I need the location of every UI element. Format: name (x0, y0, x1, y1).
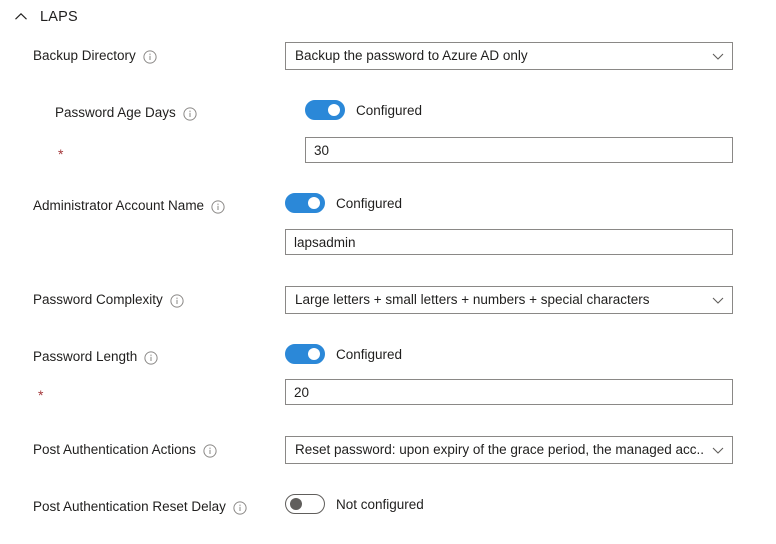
toggle-state-label: Configured (336, 195, 403, 211)
toggle-password-length[interactable]: Configured (285, 344, 402, 364)
toggle-switch[interactable] (285, 494, 325, 514)
dropdown-backup-directory[interactable]: Backup the password to Azure AD only (285, 42, 733, 70)
label-post-authentication-reset-delay: Post Authentication Reset Delay (33, 498, 247, 516)
label-post-authentication-actions: Post Authentication Actions (33, 441, 217, 459)
info-icon[interactable] (144, 351, 158, 365)
toggle-post-authentication-reset-delay[interactable]: Not configured (285, 494, 424, 514)
label-administrator-account-name: Administrator Account Name (33, 197, 225, 215)
required-asterisk: * (58, 146, 64, 162)
toggle-switch[interactable] (285, 344, 325, 364)
chevron-down-icon[interactable] (710, 292, 726, 308)
dropdown-value: Large letters + small letters + numbers … (295, 292, 650, 307)
input-administrator-account-name[interactable] (285, 229, 733, 255)
label-text: Password Length (33, 349, 138, 364)
toggle-administrator-account-name[interactable]: Configured (285, 193, 402, 213)
input-password-length[interactable] (285, 379, 733, 405)
toggle-switch[interactable] (305, 100, 345, 120)
dropdown-value: Reset password: upon expiry of the grace… (295, 442, 704, 457)
label-password-complexity: Password Complexity (33, 291, 184, 309)
input-password-age-days[interactable] (305, 137, 733, 163)
label-text: Backup Directory (33, 48, 136, 63)
info-icon[interactable] (211, 200, 225, 214)
dropdown-value: Backup the password to Azure AD only (295, 48, 528, 63)
info-icon[interactable] (170, 294, 184, 308)
label-password-length: Password Length (33, 348, 158, 366)
label-text: Post Authentication Reset Delay (33, 499, 226, 514)
toggle-state-label: Configured (356, 102, 423, 118)
label-text: Password Age Days (55, 105, 176, 120)
section-title: LAPS (40, 9, 78, 25)
label-password-age-days: Password Age Days (55, 104, 197, 122)
chevron-up-icon[interactable] (14, 10, 28, 24)
chevron-down-icon[interactable] (710, 48, 726, 64)
dropdown-password-complexity[interactable]: Large letters + small letters + numbers … (285, 286, 733, 314)
info-icon[interactable] (203, 444, 217, 458)
toggle-knob (290, 498, 302, 510)
toggle-knob (308, 197, 320, 209)
label-backup-directory: Backup Directory (33, 47, 157, 65)
toggle-knob (328, 104, 340, 116)
info-icon[interactable] (233, 501, 247, 515)
info-icon[interactable] (143, 50, 157, 64)
label-text: Password Complexity (33, 292, 163, 307)
toggle-state-label: Not configured (336, 496, 424, 512)
dropdown-post-authentication-actions[interactable]: Reset password: upon expiry of the grace… (285, 436, 733, 464)
label-text: Post Authentication Actions (33, 442, 196, 457)
laps-section-header[interactable]: LAPS (14, 6, 78, 28)
required-asterisk: * (38, 387, 44, 403)
info-icon[interactable] (183, 107, 197, 121)
chevron-down-icon[interactable] (710, 442, 726, 458)
toggle-state-label: Configured (336, 346, 403, 362)
toggle-password-age-days[interactable]: Configured (305, 100, 422, 120)
toggle-switch[interactable] (285, 193, 325, 213)
toggle-knob (308, 348, 320, 360)
label-text: Administrator Account Name (33, 198, 205, 213)
